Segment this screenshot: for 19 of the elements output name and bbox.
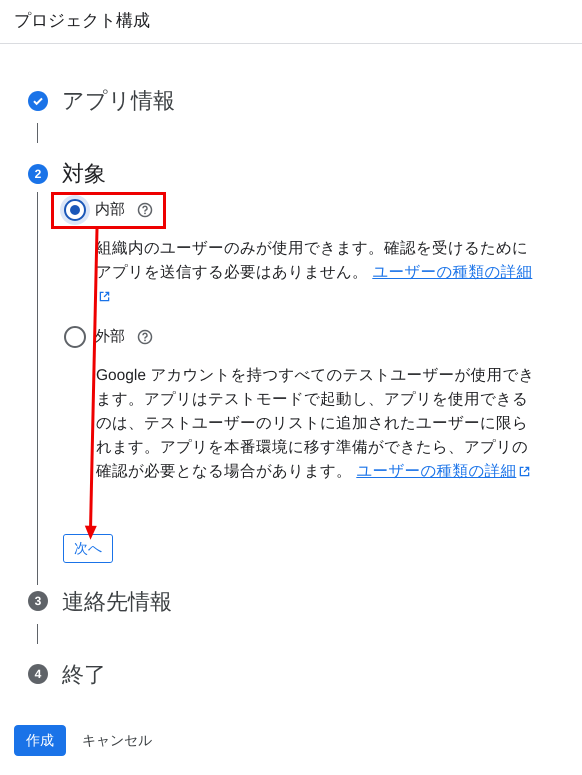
step-label: 終了 — [62, 660, 106, 689]
learn-more-link[interactable]: ユーザーの種類の詳細 — [372, 264, 532, 280]
option-label: 内部 — [95, 200, 125, 220]
next-button[interactable]: 次へ — [63, 534, 113, 563]
cancel-button[interactable]: キャンセル — [74, 724, 160, 756]
step-number: 4 — [28, 664, 48, 684]
step-number: 2 — [28, 164, 48, 184]
page-title: プロジェクト構成 — [14, 11, 150, 30]
learn-more-link[interactable]: ユーザーの種類の詳細 — [356, 462, 516, 480]
radio-button[interactable] — [64, 326, 86, 348]
option-description: Google アカウントを持つすべてのテストユーザーが使用できます。アプリはテストモードで起動し、アプリを使用できるのは、テストユーザーのリストに追加されたユーザーに限られます。アプリを本番環境に移す準備ができたら、アプリの確認が必要となる場合があります。 ユーザーの種類の詳細 — [96, 366, 536, 482]
create-button[interactable]: 作成 — [14, 724, 66, 756]
help-icon[interactable] — [137, 328, 153, 345]
step-label: 連絡先情報 — [62, 588, 172, 616]
step-label: アプリ情報 — [62, 87, 175, 115]
help-icon[interactable] — [137, 202, 153, 218]
step-label: 対象 — [62, 160, 106, 188]
step-number: 3 — [28, 591, 48, 612]
option-label: 外部 — [95, 326, 125, 346]
